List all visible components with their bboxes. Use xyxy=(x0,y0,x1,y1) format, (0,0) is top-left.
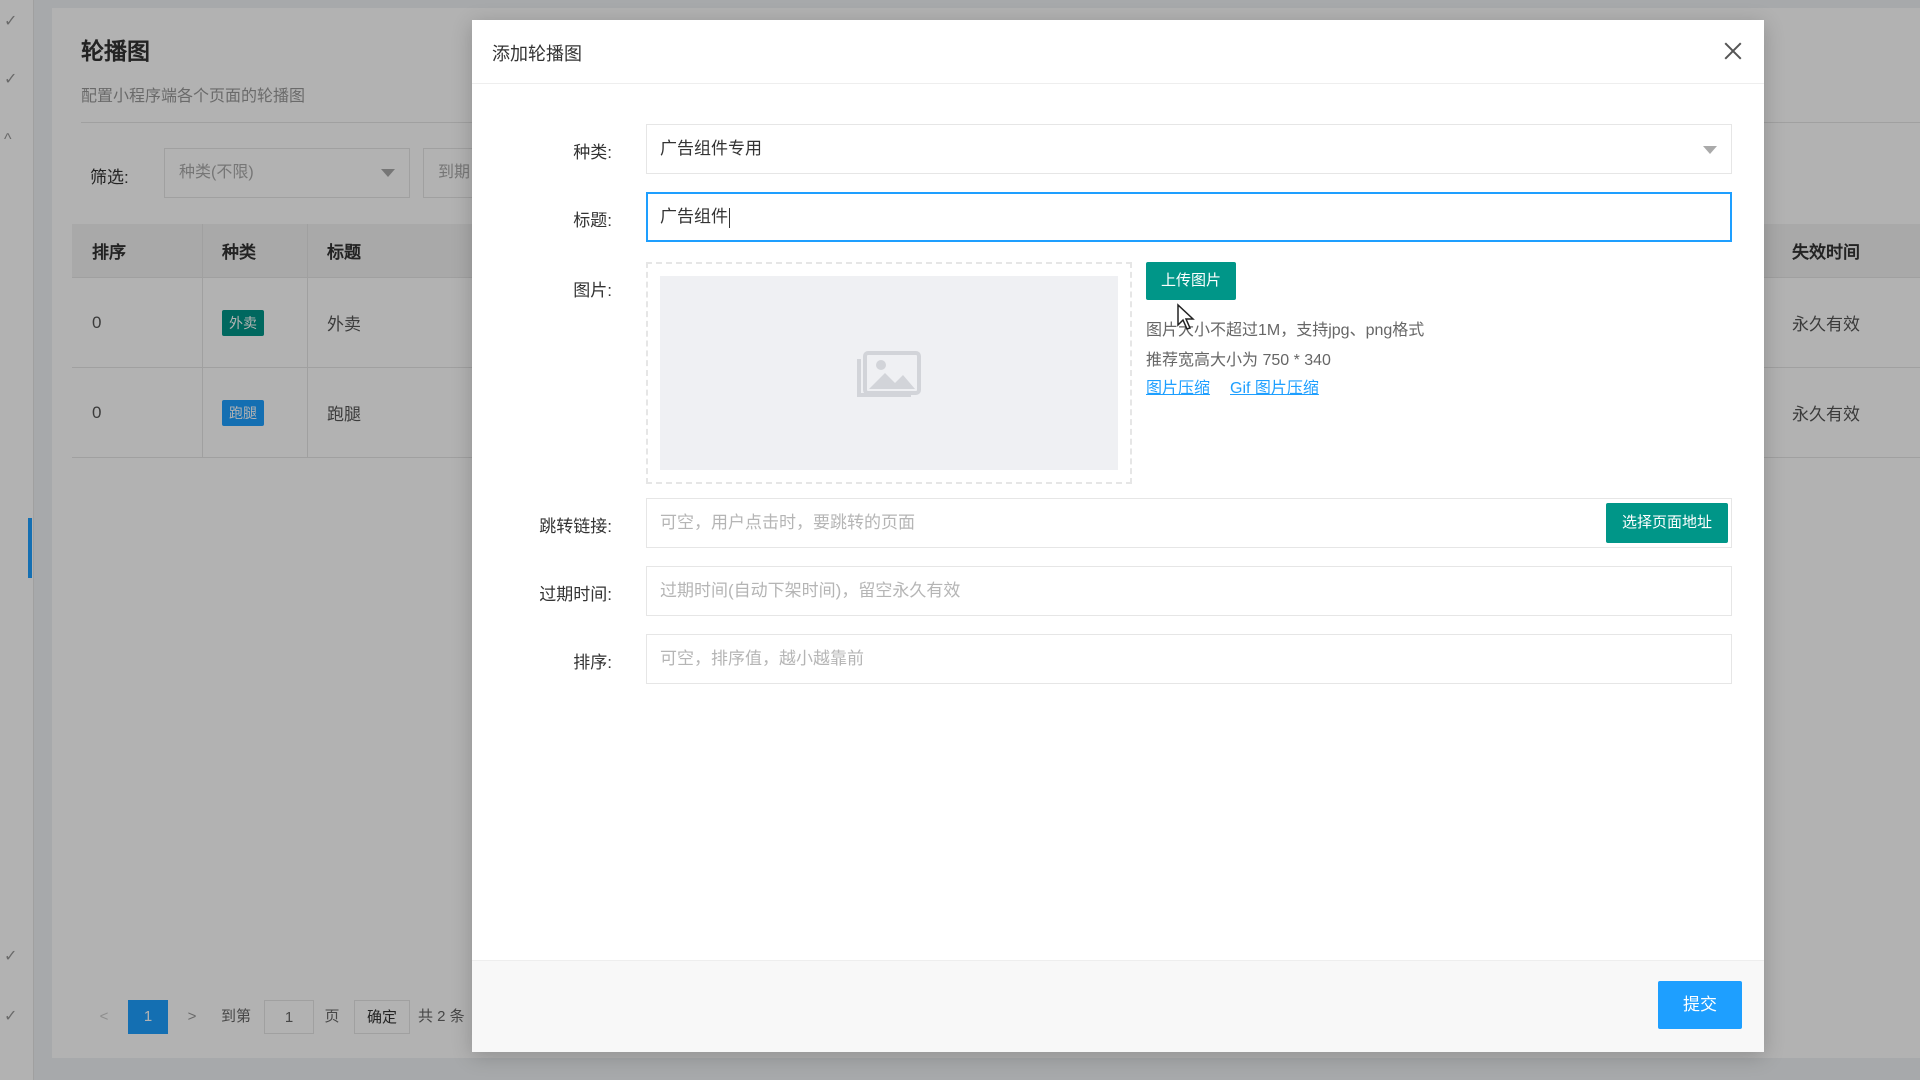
image-label: 图片: xyxy=(573,281,612,300)
dialog-title: 添加轮播图 xyxy=(492,44,582,64)
expire-input-placeholder: 过期时间(自动下架时间)，留空永久有效 xyxy=(660,581,961,600)
sort-input-placeholder: 可空，排序值，越小越靠前 xyxy=(660,649,864,668)
type-label: 种类: xyxy=(573,143,612,162)
expire-label: 过期时间: xyxy=(539,585,612,604)
link-input[interactable]: 可空，用户点击时，要跳转的页面 xyxy=(646,498,1732,548)
upload-image-button[interactable]: 上传图片 xyxy=(1146,262,1236,300)
link-input-placeholder: 可空，用户点击时，要跳转的页面 xyxy=(660,513,915,532)
image-icon xyxy=(857,351,921,397)
image-dimension-hint: 推荐宽高大小为 750 * 340 xyxy=(1146,352,1331,369)
select-page-button[interactable]: 选择页面地址 xyxy=(1606,503,1728,543)
sort-input[interactable]: 可空，排序值，越小越靠前 xyxy=(646,634,1732,684)
gif-compress-link[interactable]: Gif 图片压缩 xyxy=(1230,374,1319,398)
sort-label: 排序: xyxy=(573,653,612,672)
type-select[interactable]: 广告组件专用 xyxy=(646,124,1732,174)
submit-button[interactable]: 提交 xyxy=(1658,981,1742,1029)
image-placeholder xyxy=(660,276,1118,470)
title-input[interactable]: 广告组件 xyxy=(646,192,1732,242)
chevron-down-icon xyxy=(1703,146,1717,154)
add-banner-dialog: 添加轮播图 种类: 广告组件专用 标题: 广告组件 图片: 上传图片 图片大小不… xyxy=(472,20,1764,1052)
expire-input[interactable]: 过期时间(自动下架时间)，留空永久有效 xyxy=(646,566,1732,616)
title-input-value: 广告组件 xyxy=(660,207,728,226)
text-cursor xyxy=(729,207,730,228)
title-label: 标题: xyxy=(573,211,612,230)
image-compress-link[interactable]: 图片压缩 xyxy=(1146,374,1210,398)
dialog-header: 添加轮播图 xyxy=(472,20,1764,84)
link-label: 跳转链接: xyxy=(539,517,612,536)
dialog-footer: 提交 xyxy=(472,960,1764,1052)
close-icon[interactable] xyxy=(1720,38,1746,64)
mouse-pointer-icon xyxy=(1177,303,1195,330)
type-select-value: 广告组件专用 xyxy=(660,139,762,158)
image-preview[interactable] xyxy=(646,262,1132,484)
